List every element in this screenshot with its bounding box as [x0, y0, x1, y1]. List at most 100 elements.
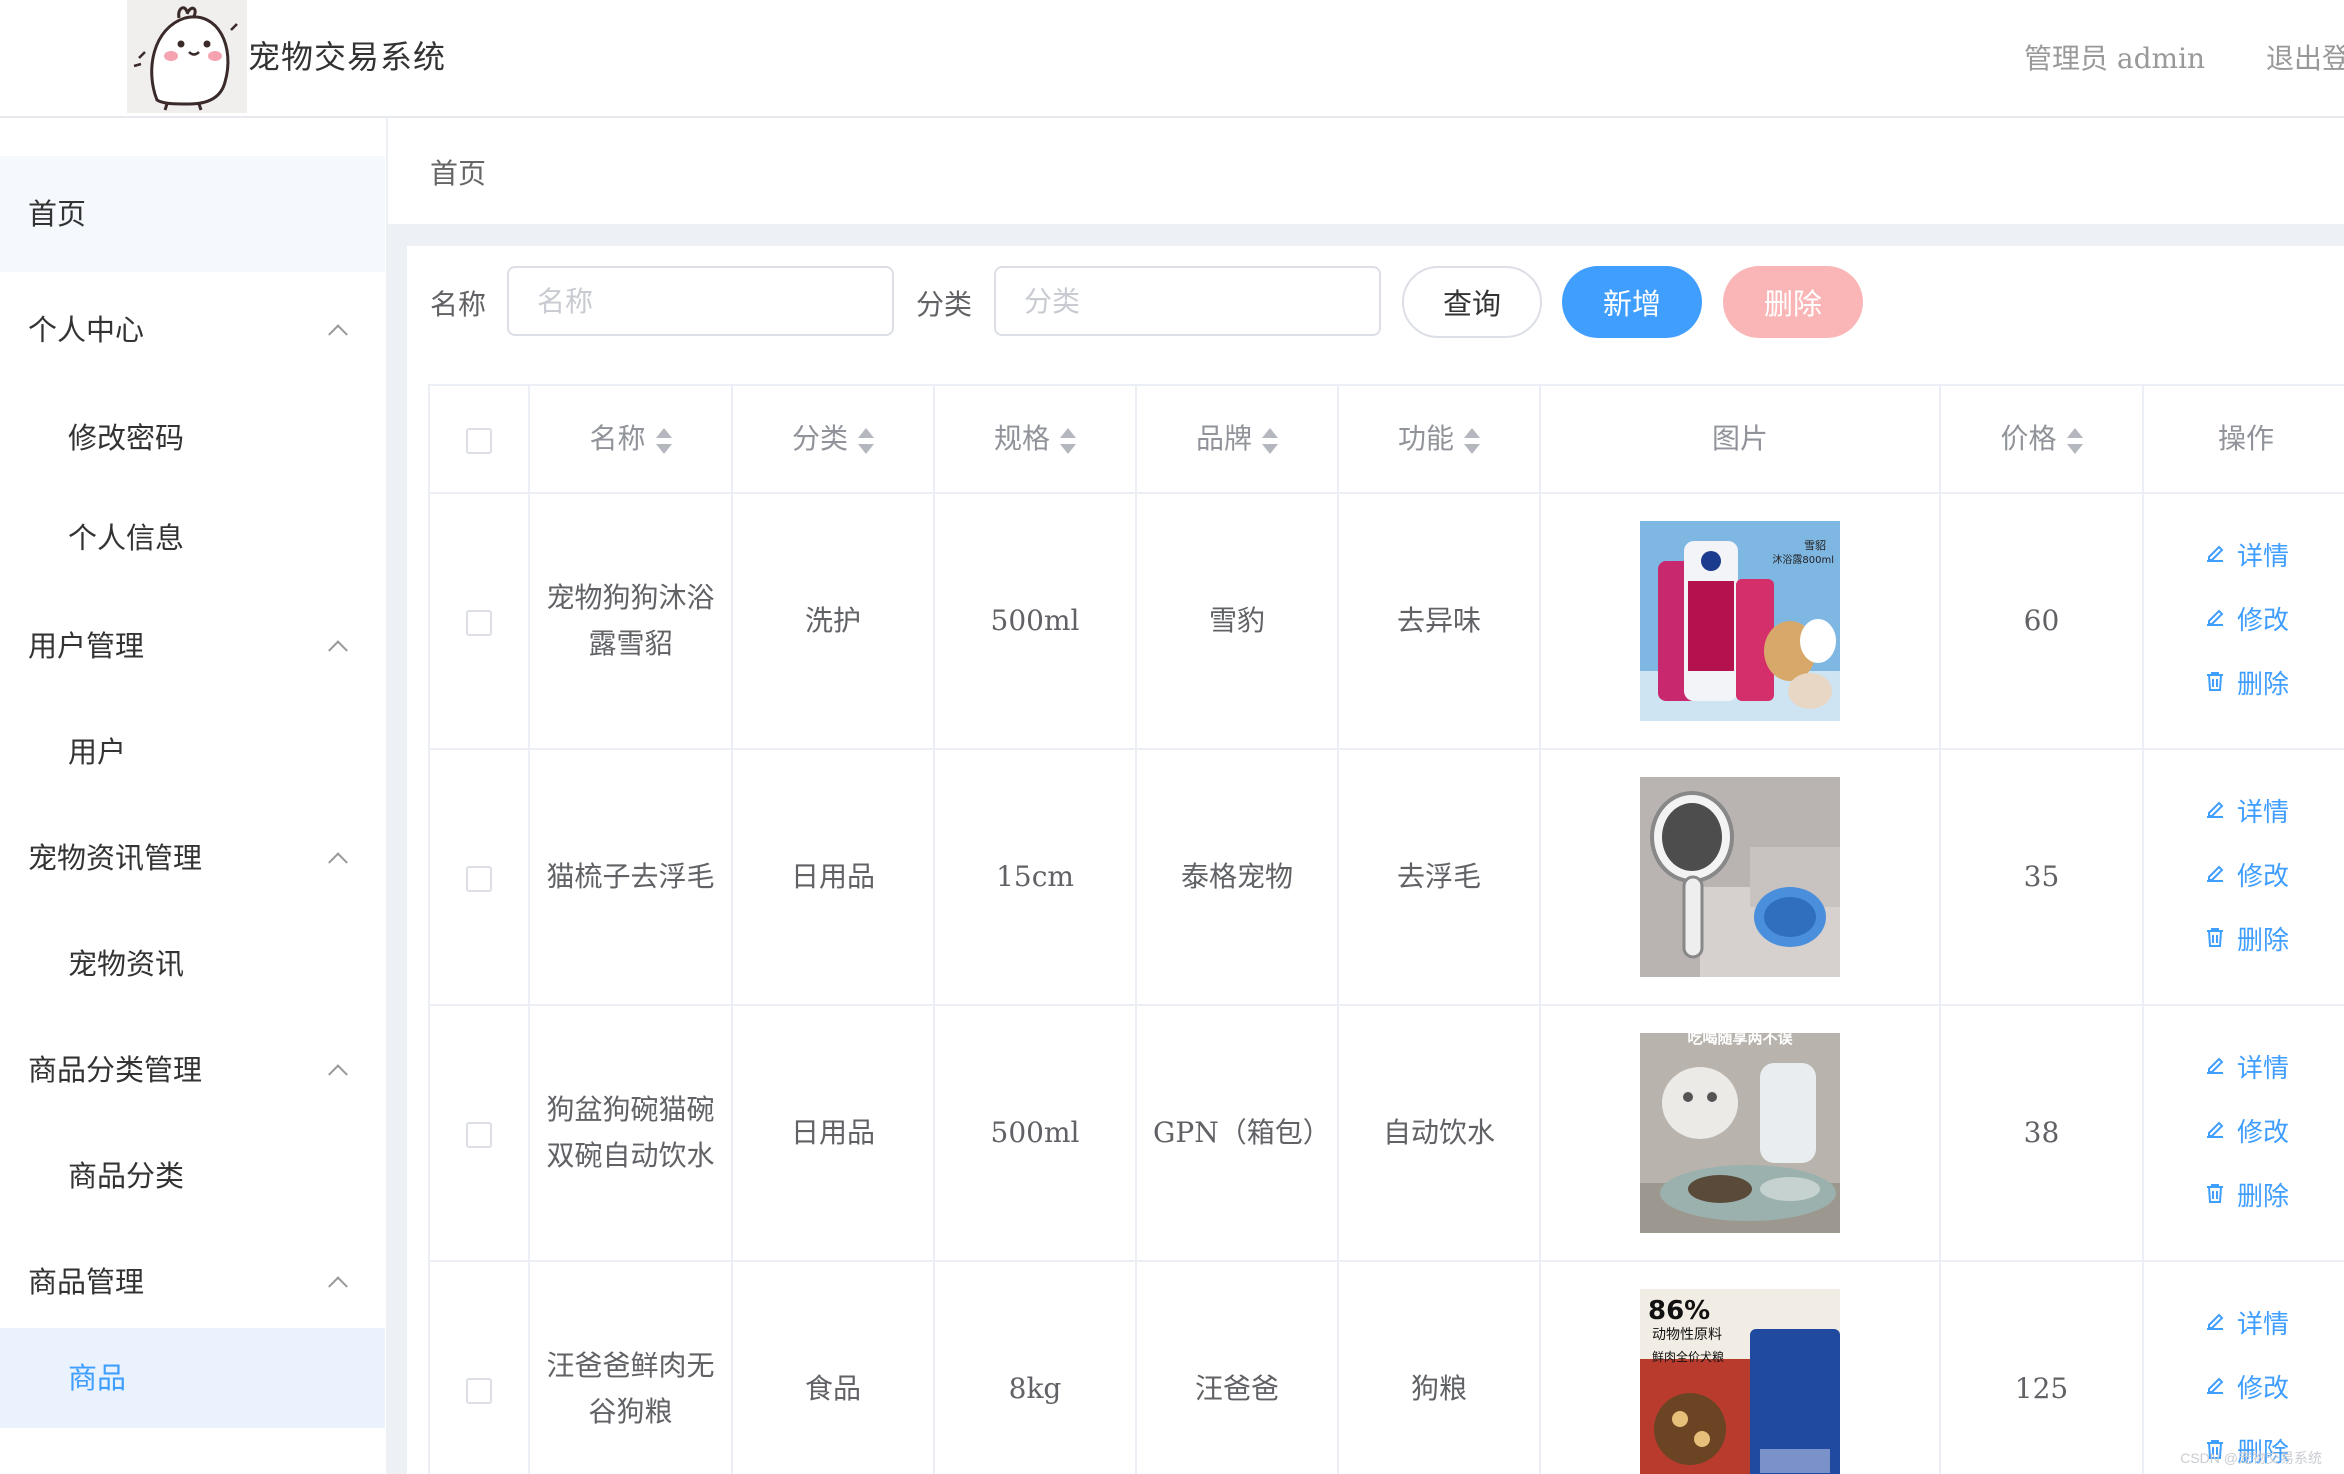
column-header-name[interactable]: 名称 — [528, 384, 733, 494]
cell-category: 食品 — [731, 1260, 935, 1474]
detail-button[interactable]: 详情 — [2203, 540, 2289, 574]
category-search-input[interactable] — [994, 266, 1381, 336]
cell-actions: 详情 修改 删除 — [2142, 1260, 2344, 1474]
column-header-actions: 操作 — [2142, 384, 2344, 494]
row-checkbox[interactable] — [466, 609, 492, 636]
trash-icon — [2203, 924, 2227, 958]
logout-link[interactable]: 退出登 — [2266, 37, 2344, 77]
cell-spec: 8kg — [933, 1260, 1137, 1474]
cell-category: 日用品 — [731, 748, 935, 1006]
add-button[interactable]: 新增 — [1562, 266, 1702, 338]
column-header-function[interactable]: 功能 — [1337, 384, 1541, 494]
column-header-label: 价格 — [2000, 422, 2057, 455]
sidebar-group-category-management[interactable]: 商品分类管理 — [0, 1012, 385, 1128]
column-header-brand[interactable]: 品牌 — [1135, 384, 1339, 494]
sidebar-group-user-management[interactable]: 用户管理 — [0, 588, 385, 704]
cell-price: 38 — [1939, 1004, 2144, 1262]
sidebar-item-product-category[interactable]: 商品分类 — [0, 1128, 385, 1224]
edit-button[interactable]: 修改 — [2203, 1116, 2289, 1150]
row-checkbox[interactable] — [466, 1377, 492, 1404]
product-table: 名称 分类 规格 品牌 功能 图片 价格 操作 宠物狗狗沐浴露雪貂 洗护 500ml… — [428, 384, 2344, 1474]
select-all-checkbox[interactable] — [466, 427, 492, 454]
cell-spec: 500ml — [933, 492, 1137, 750]
sidebar-item-label: 宠物资讯 — [68, 947, 185, 981]
table-header-row: 名称 分类 规格 品牌 功能 图片 价格 操作 — [428, 384, 2344, 494]
sidebar-group-label: 商品管理 — [28, 1265, 145, 1299]
column-header-label: 功能 — [1397, 422, 1454, 455]
sort-icon[interactable] — [2066, 427, 2083, 454]
cell-function: 自动饮水 — [1337, 1004, 1541, 1262]
cell-actions: 详情修改删除 — [2142, 748, 2344, 1006]
top-header: 宠物交易系统 管理员 admin 退出登 — [0, 0, 2344, 118]
sidebar-item-label: 修改密码 — [68, 421, 185, 455]
sort-icon[interactable] — [1262, 427, 1278, 454]
query-button[interactable]: 查询 — [1402, 266, 1542, 338]
detail-label: 详情 — [2236, 798, 2289, 828]
sidebar-group-pet-news-management[interactable]: 宠物资讯管理 — [0, 800, 385, 916]
edit-label: 修改 — [2236, 606, 2289, 636]
sidebar-group-product-management[interactable]: 商品管理 — [0, 1224, 385, 1340]
cell-category: 日用品 — [731, 1004, 935, 1262]
edit-icon — [2203, 1052, 2227, 1086]
svg-text:沐浴露800ml: 沐浴露800ml — [1772, 553, 1834, 566]
trash-icon — [2203, 1180, 2227, 1214]
sort-icon[interactable] — [655, 427, 672, 454]
cell-name: 狗盆狗碗猫碗双碗自动饮水 — [528, 1004, 733, 1262]
row-checkbox[interactable] — [466, 1121, 492, 1148]
breadcrumb[interactable]: 首页 — [430, 152, 486, 192]
trash-icon — [2203, 668, 2227, 702]
breadcrumb-bar — [388, 118, 2344, 224]
edit-button[interactable]: 修改 — [2203, 1372, 2289, 1406]
sort-icon[interactable] — [858, 427, 874, 454]
edit-icon — [2203, 540, 2227, 574]
product-table-container: 名称 分类 规格 品牌 功能 图片 价格 操作 宠物狗狗沐浴露雪貂 洗护 500ml… — [428, 384, 2344, 1474]
column-header-spec[interactable]: 规格 — [933, 384, 1137, 494]
delete-button[interactable]: 删除 — [2203, 1180, 2289, 1214]
detail-button[interactable]: 详情 — [2203, 1308, 2289, 1342]
row-select-cell — [428, 492, 530, 750]
app-title: 宠物交易系统 — [248, 38, 447, 76]
chevron-up-icon — [328, 852, 348, 873]
sidebar-item-pet-news[interactable]: 宠物资讯 — [0, 916, 385, 1012]
name-search-input[interactable] — [507, 266, 894, 336]
select-all-cell — [428, 384, 530, 494]
edit-button[interactable]: 修改 — [2203, 604, 2289, 638]
edit-button[interactable]: 修改 — [2203, 860, 2289, 894]
cell-actions: 详情修改删除 — [2142, 1004, 2344, 1262]
sidebar-item-label: 商品 — [68, 1361, 127, 1395]
cat-comb-product-image — [1640, 777, 1840, 977]
delete-label: 删除 — [2236, 926, 2289, 956]
batch-delete-button[interactable]: 删除 — [1723, 266, 1863, 338]
row-checkbox[interactable] — [466, 865, 492, 892]
column-header-category[interactable]: 分类 — [731, 384, 935, 494]
name-filter-label: 名称 — [430, 288, 487, 321]
sort-icon[interactable] — [1060, 427, 1076, 454]
chevron-up-icon — [328, 1276, 348, 1297]
detail-label: 详情 — [2236, 1054, 2289, 1084]
detail-button[interactable]: 详情 — [2203, 796, 2289, 830]
svg-text:动物性原料: 动物性原料 — [1652, 1327, 1722, 1343]
cell-image: 86% 动物性原料 鲜肉全价犬粮 — [1539, 1260, 1941, 1474]
svg-text:鲜肉全价犬粮: 鲜肉全价犬粮 — [1652, 1349, 1724, 1364]
column-header-label: 操作 — [2217, 422, 2274, 455]
sidebar-item-change-password[interactable]: 修改密码 — [0, 388, 385, 488]
detail-button[interactable]: 详情 — [2203, 1052, 2289, 1086]
chevron-up-icon — [328, 1064, 348, 1085]
column-header-label: 品牌 — [1195, 422, 1252, 455]
edit-icon — [2203, 604, 2227, 638]
watermark: CSDN @宠物交易系统 — [2180, 1450, 2322, 1466]
delete-button[interactable]: 删除 — [2203, 668, 2289, 702]
sidebar-group-label: 宠物资讯管理 — [28, 841, 203, 875]
sort-icon[interactable] — [1464, 427, 1480, 454]
table-row: 狗盆狗碗猫碗双碗自动饮水 日用品 500ml GPN（箱包） 自动饮水 吃喝随享两不误 38… — [428, 1004, 2344, 1262]
sidebar-item-products[interactable]: 商品 — [0, 1328, 385, 1428]
sidebar-group-personal-center[interactable]: 个人中心 — [0, 272, 385, 388]
detail-label: 详情 — [2236, 542, 2289, 572]
cell-image — [1539, 748, 1941, 1006]
column-header-price[interactable]: 价格 — [1939, 384, 2144, 494]
sidebar-item-home[interactable]: 首页 — [0, 156, 385, 272]
sidebar-item-users[interactable]: 用户 — [0, 704, 385, 800]
delete-button[interactable]: 删除 — [2203, 924, 2289, 958]
sidebar-item-personal-info[interactable]: 个人信息 — [0, 488, 385, 588]
edit-label: 修改 — [2236, 1118, 2289, 1148]
